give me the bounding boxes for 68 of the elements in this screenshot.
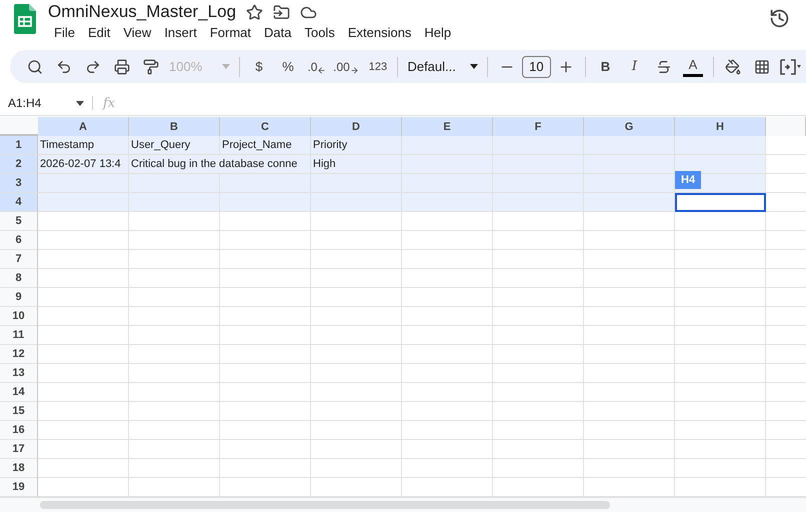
version-history-icon[interactable] [769,8,790,29]
right-arrow-icon [350,66,359,75]
dropdown-arrow-icon[interactable] [470,64,478,69]
column-header[interactable]: F [493,117,584,138]
number-format-button[interactable]: 123 [363,54,392,80]
menu-item[interactable]: View [117,23,158,42]
menu-item[interactable]: Extensions [342,23,418,42]
row-header[interactable]: 8 [0,269,38,288]
horizontal-scrollbar[interactable] [0,497,806,512]
menu-item[interactable]: Data [258,23,298,42]
bold-button[interactable]: B [591,54,620,80]
table-cell: Timestamp [38,136,129,155]
column-header[interactable]: C [220,117,311,138]
menu-item[interactable]: Insert [158,23,204,42]
row-header[interactable]: 6 [0,231,38,250]
row-header[interactable]: 16 [0,421,38,440]
font-size-field[interactable]: 10 [522,56,552,78]
percent-button[interactable]: % [273,54,302,80]
star-icon[interactable] [246,4,264,20]
row-header[interactable]: 19 [0,478,38,497]
row-header[interactable]: 1 [0,136,38,155]
row-header[interactable]: 4 [0,193,38,212]
table-cell: Priority [311,136,402,155]
menu-item[interactable]: Tools [298,23,342,42]
name-box-text: A1:H4 [8,96,42,110]
function-label: fx [103,96,116,110]
cell-reference-tag: H4 [675,171,702,189]
name-box[interactable]: A1:H4 [8,96,93,110]
italic-button[interactable]: I [620,54,649,80]
left-arrow-icon [317,66,326,75]
column-header[interactable]: A [38,117,129,138]
menu-item[interactable]: File [48,23,82,42]
document-title[interactable]: OmniNexus_Master_Log [48,2,236,22]
table-cell: Critical bug in the database conne [129,155,311,174]
row-header[interactable]: 9 [0,288,38,307]
table-cell: Project_Name [220,136,311,155]
row-header[interactable]: 12 [0,345,38,364]
table-cell: High [311,155,402,174]
column-header[interactable]: B [129,117,220,138]
dropdown-arrow-icon[interactable] [76,100,84,106]
text-color-button[interactable]: A [683,56,703,77]
row-header[interactable]: 10 [0,307,38,326]
move-folder-icon[interactable] [273,4,290,20]
table-cell: 2026-02-07 13:4 [38,155,129,174]
row-header[interactable]: 11 [0,326,38,345]
column-header[interactable]: D [311,117,402,138]
menu-item[interactable]: Edit [82,23,118,42]
menu-item[interactable]: Help [418,23,458,42]
column-header[interactable]: H [675,117,766,138]
currency-button[interactable]: $ [244,54,274,80]
table-cell: User_Query [129,136,220,155]
font-dropdown[interactable]: Defaul... [403,54,482,80]
row-header[interactable]: 7 [0,250,38,269]
column-header[interactable]: G [584,117,675,138]
menu-item[interactable]: Format [204,23,258,42]
row-header[interactable]: 13 [0,364,38,383]
increase-decimals-button[interactable]: .00 [331,54,360,80]
row-header[interactable]: 15 [0,402,38,421]
row-header[interactable]: 3 [0,174,38,193]
sheets-logo-icon[interactable] [14,4,36,34]
table-cell [766,136,806,155]
column-header[interactable]: E [402,117,493,138]
row-header[interactable]: 18 [0,459,38,478]
row-header[interactable]: 17 [0,440,38,459]
row-header[interactable]: 14 [0,383,38,402]
row-header[interactable]: 5 [0,212,38,231]
row-header[interactable]: 2 [0,155,38,174]
decrease-decimals-button[interactable]: .0 [302,54,332,80]
